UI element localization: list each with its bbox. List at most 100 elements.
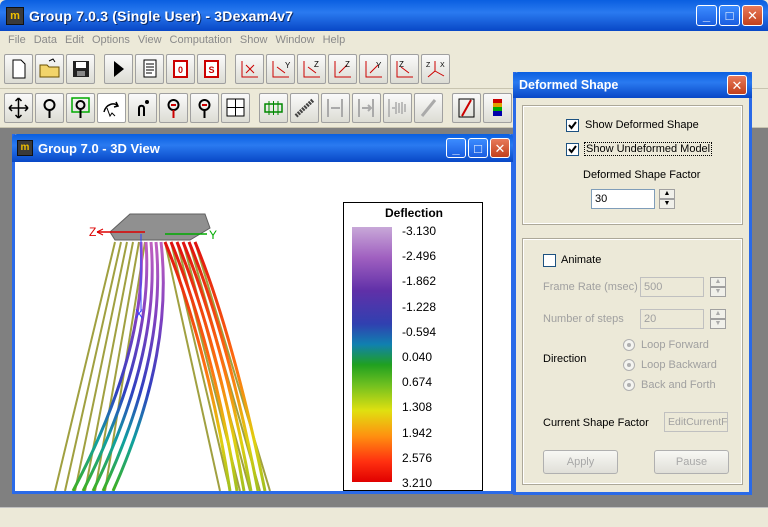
view-yx-icon[interactable]: Y: [266, 54, 295, 84]
view-zy-icon[interactable]: Y: [359, 54, 388, 84]
menu-show[interactable]: Show: [240, 34, 268, 46]
pile-group-1-icon[interactable]: [321, 93, 350, 123]
menu-file[interactable]: File: [8, 34, 26, 46]
output-s-icon[interactable]: S: [197, 54, 226, 84]
menu-bar: File Data Edit Options View Computation …: [0, 31, 768, 48]
legend-title: Deflection: [384, 206, 443, 220]
menu-options[interactable]: Options: [92, 34, 130, 46]
show-undeformed-checkbox[interactable]: [566, 143, 579, 156]
deformed-piles-left: [71, 241, 165, 491]
svg-text:0: 0: [178, 65, 183, 75]
spring-icon[interactable]: [383, 93, 412, 123]
save-icon[interactable]: [66, 54, 95, 84]
frame-rate-label: Frame Rate (msec): [543, 281, 638, 293]
axis-z-label: Z: [89, 225, 96, 239]
loop-forward-radio[interactable]: [623, 339, 635, 351]
viewport-3d[interactable]: Z Y X Deflection -3.130 -2.496 -1.862 -1…: [15, 162, 511, 491]
view-close-button[interactable]: ✕: [490, 138, 510, 158]
maximize-button[interactable]: □: [719, 5, 740, 26]
menu-computation[interactable]: Computation: [170, 34, 232, 46]
svg-text:Y: Y: [285, 61, 291, 70]
deformed-piles-right: [163, 241, 267, 491]
apply-button[interactable]: Apply: [543, 450, 618, 474]
axis-x-label: X: [135, 307, 143, 321]
view-maximize-button[interactable]: □: [468, 138, 488, 158]
animate-label[interactable]: Animate: [561, 254, 601, 266]
axis-y-label: Y: [209, 228, 217, 242]
loop-backward-label[interactable]: Loop Backward: [641, 359, 717, 371]
legend-value: 0.040: [402, 350, 433, 365]
close-button[interactable]: ✕: [742, 5, 763, 26]
rotate-icon[interactable]: [97, 93, 126, 123]
svg-text:X: X: [440, 62, 445, 69]
current-shape-input[interactable]: EditCurrentF: [664, 412, 728, 432]
view-3d-window: m Group 7.0 - 3D View _ □ ✕ Z Y X Deflec…: [12, 134, 514, 494]
main-titlebar: m Group 7.0.3 (Single User) - 3Dexam4v7 …: [0, 0, 768, 31]
legend-value: -2.496: [402, 249, 437, 264]
new-file-icon[interactable]: [4, 54, 33, 84]
menu-edit[interactable]: Edit: [65, 34, 84, 46]
steps-input[interactable]: 20: [640, 309, 704, 329]
show-undeformed-label[interactable]: Show Undeformed Model: [584, 142, 713, 156]
view-iso-icon[interactable]: ZX: [421, 54, 450, 84]
pile-group-2-icon[interactable]: [352, 93, 381, 123]
view-zx-icon[interactable]: Z: [297, 54, 326, 84]
legend-color-bar: [352, 227, 392, 482]
open-folder-icon[interactable]: [35, 54, 64, 84]
dialog-titlebar: Deformed Shape ✕: [513, 72, 752, 98]
pile-cap-icon[interactable]: [259, 93, 288, 123]
display-group: Show Deformed Shape Show Undeformed Mode…: [522, 105, 743, 225]
view-xy-icon[interactable]: [235, 54, 264, 84]
menu-window[interactable]: Window: [275, 34, 314, 46]
frame-rate-spinner[interactable]: ▲ ▼: [710, 277, 726, 297]
legend-value: 2.576: [402, 450, 433, 465]
factor-spinner[interactable]: ▲ ▼: [659, 189, 675, 209]
app-icon[interactable]: m: [6, 6, 24, 25]
factor-input[interactable]: 30: [591, 189, 655, 209]
zoom-out-icon[interactable]: [190, 93, 219, 123]
minimize-button[interactable]: _: [696, 5, 717, 26]
back-forth-radio[interactable]: [623, 379, 635, 391]
back-forth-label[interactable]: Back and Forth: [641, 379, 716, 391]
show-deformed-checkbox[interactable]: [566, 119, 579, 132]
view-xz-icon[interactable]: Z: [328, 54, 357, 84]
color-contour-icon[interactable]: [483, 93, 512, 123]
svg-text:Y: Y: [376, 61, 382, 70]
report-icon[interactable]: [135, 54, 164, 84]
steps-label: Number of steps: [543, 313, 624, 325]
node-icon[interactable]: [128, 93, 157, 123]
loop-backward-radio[interactable]: [623, 359, 635, 371]
pan-icon[interactable]: [4, 93, 33, 123]
pile-cap: [109, 213, 211, 241]
zoom-window-icon[interactable]: [66, 93, 95, 123]
menu-data[interactable]: Data: [34, 34, 57, 46]
legend-value: 3.210: [402, 476, 433, 491]
legend-value: -1.228: [402, 299, 437, 314]
batter-pile-icon[interactable]: [414, 93, 443, 123]
animate-checkbox[interactable]: [543, 254, 556, 267]
menu-view[interactable]: View: [138, 34, 162, 46]
zoom-in-icon[interactable]: [159, 93, 188, 123]
zoom-icon[interactable]: [35, 93, 64, 123]
loop-forward-label[interactable]: Loop Forward: [641, 339, 709, 351]
menu-help[interactable]: Help: [323, 34, 346, 46]
deformed-shape-dialog: Deformed Shape ✕ Show Deformed Shape Sho…: [513, 72, 752, 495]
svg-text:Z: Z: [426, 62, 431, 69]
dialog-close-button[interactable]: ✕: [727, 75, 747, 95]
frame-rate-input[interactable]: 500: [640, 277, 704, 297]
steps-spinner[interactable]: ▲ ▼: [710, 309, 726, 329]
deformed-shape-icon[interactable]: [452, 93, 481, 123]
view-app-icon[interactable]: m: [17, 140, 33, 156]
grid-icon[interactable]: [221, 93, 250, 123]
pile-segment-icon[interactable]: [290, 93, 319, 123]
direction-label: Direction: [543, 353, 587, 365]
status-bar: [0, 507, 768, 527]
view-yz-icon[interactable]: Z: [390, 54, 419, 84]
svg-text:S: S: [208, 65, 214, 75]
show-deformed-label[interactable]: Show Deformed Shape: [585, 119, 699, 131]
run-icon[interactable]: [104, 54, 133, 84]
legend-value: 0.674: [402, 375, 433, 390]
view-minimize-button[interactable]: _: [446, 138, 466, 158]
pause-button[interactable]: Pause: [654, 450, 729, 474]
output-0-icon[interactable]: 0: [166, 54, 195, 84]
